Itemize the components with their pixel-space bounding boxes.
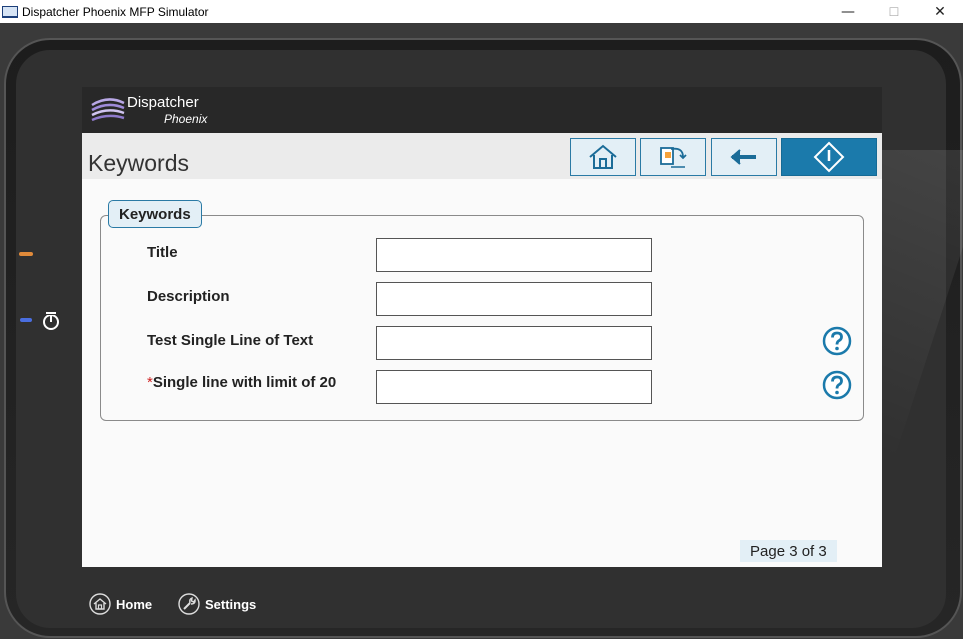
power-led <box>20 318 32 322</box>
close-button[interactable]: ✕ <box>917 0 963 23</box>
field-label-title: Title <box>147 244 178 261</box>
mfp-screen: Dispatcher Phoenix Keywords Keywords Tit… <box>82 87 882 567</box>
field-label-test-single-line: Test Single Line of Text <box>147 332 314 349</box>
field-label-description: Description <box>147 288 230 305</box>
bottom-home-label: Home <box>116 596 153 612</box>
start-diamond-icon <box>813 141 845 173</box>
back-arrow-icon <box>730 149 756 165</box>
keywords-group-legend: Keywords <box>108 200 202 228</box>
home-icon <box>589 144 617 169</box>
window-controls: — ☐ ✕ <box>825 0 963 23</box>
app-icon <box>2 5 18 18</box>
help-icon[interactable] <box>822 326 852 356</box>
window-titlebar: Dispatcher Phoenix MFP Simulator — ☐ ✕ <box>0 0 963 23</box>
page-title: Keywords <box>88 150 189 176</box>
wrench-icon <box>178 593 200 615</box>
home-button[interactable] <box>570 138 636 176</box>
field-label-limited-line-text: Single line with limit of 20 <box>152 374 337 391</box>
description-input[interactable] <box>376 282 652 316</box>
header-bar: Keywords <box>82 133 882 179</box>
job-switch-icon <box>660 147 687 168</box>
bottom-settings-button[interactable]: Settings <box>178 592 256 616</box>
title-input[interactable] <box>376 238 652 272</box>
logo-text-dispatcher: Dispatcher <box>127 94 199 111</box>
bottom-settings-label: Settings <box>205 596 257 612</box>
brand-bar: Dispatcher Phoenix <box>82 87 882 133</box>
window-title: Dispatcher Phoenix MFP Simulator <box>22 4 209 19</box>
limited-line-input[interactable] <box>376 370 652 404</box>
start-button[interactable] <box>781 138 877 176</box>
field-label-limited-line: *Single line with limit of 20 <box>147 374 347 392</box>
test-single-line-input[interactable] <box>376 326 652 360</box>
logo-text-phoenix: Phoenix <box>164 112 208 126</box>
back-button[interactable] <box>711 138 777 176</box>
page-indicator: Page 3 of 3 <box>740 540 837 562</box>
job-switch-button[interactable] <box>640 138 706 176</box>
minimize-button[interactable]: — <box>825 0 871 23</box>
maximize-button[interactable]: ☐ <box>871 0 917 23</box>
logo-swoosh-icon <box>91 98 125 122</box>
help-icon[interactable] <box>822 370 852 400</box>
bottom-home-button[interactable]: Home <box>89 592 152 616</box>
power-icon[interactable] <box>40 310 62 332</box>
status-led-orange <box>19 252 33 256</box>
dispatcher-logo: Dispatcher Phoenix <box>90 91 230 129</box>
home-icon <box>89 593 111 615</box>
